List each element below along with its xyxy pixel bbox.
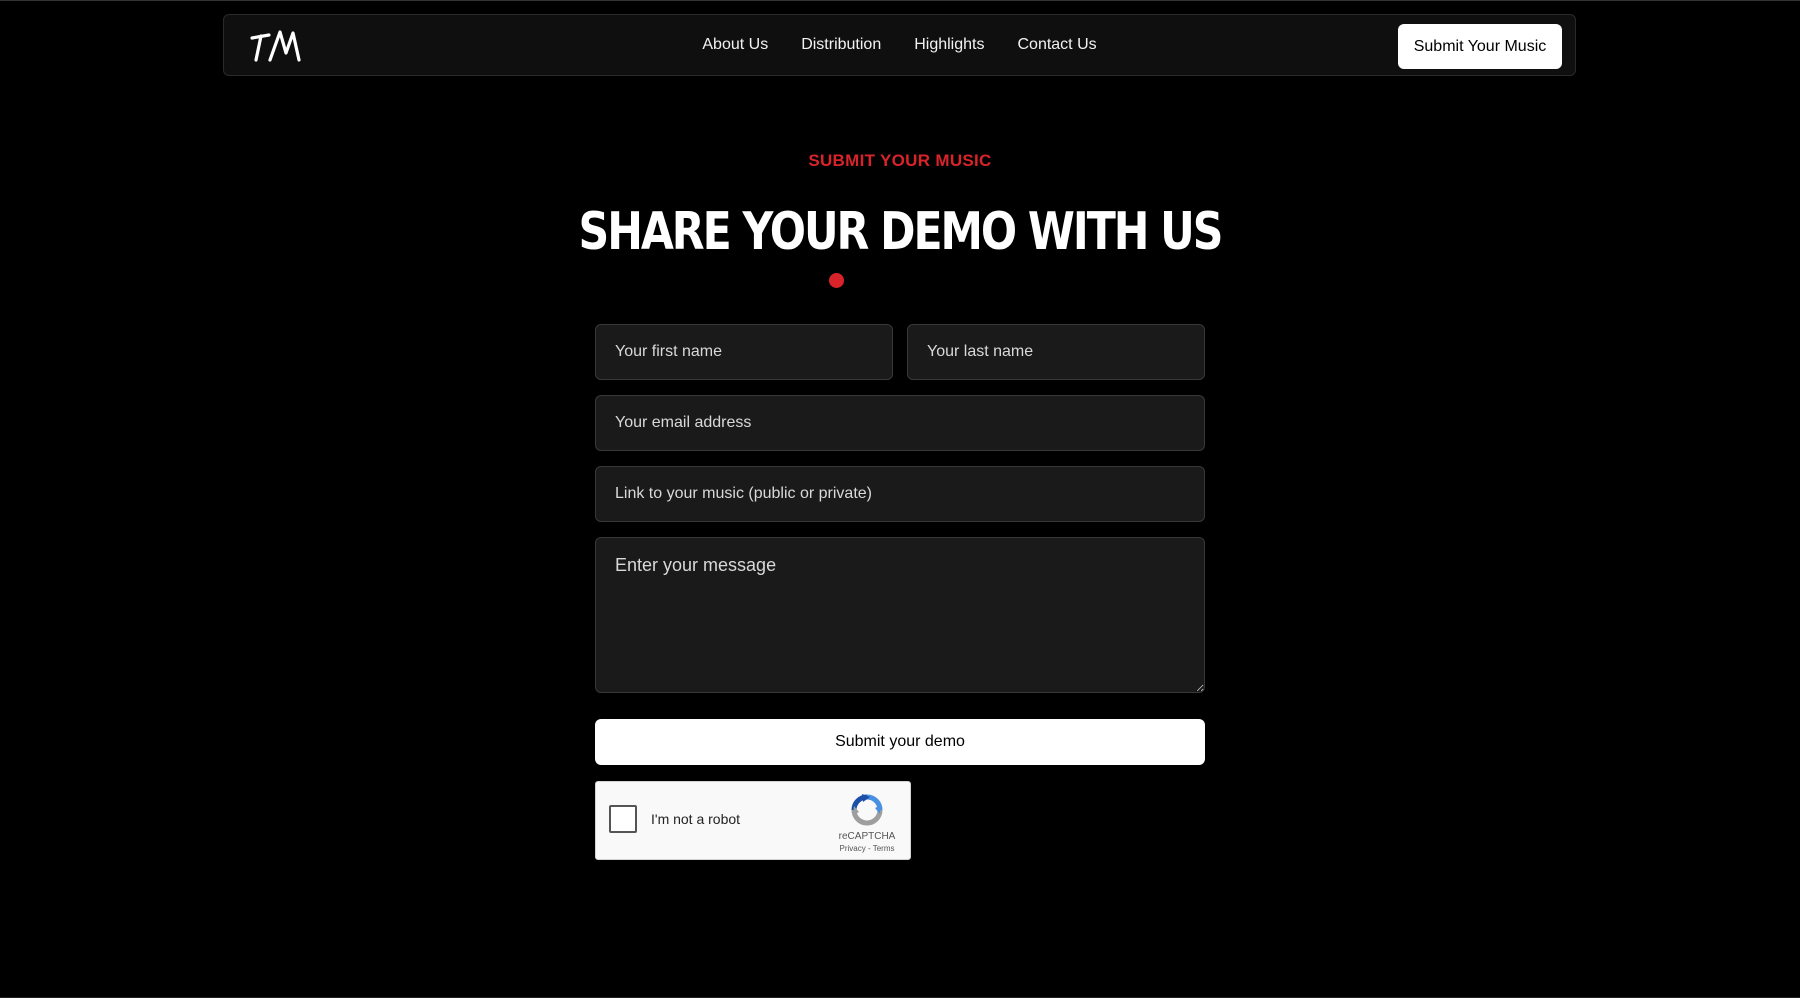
recaptcha-links: Privacy - Terms	[822, 844, 912, 853]
recaptcha-terms-link[interactable]: Terms	[873, 844, 895, 853]
recaptcha-brand: reCAPTCHA	[838, 831, 896, 842]
recaptcha-label: I'm not a robot	[651, 811, 741, 827]
section-eyebrow: SUBMIT YOUR MUSIC	[808, 151, 992, 170]
submit-demo-button[interactable]: Submit your demo	[595, 719, 1205, 765]
nav-link-highlights[interactable]: Highlights	[898, 36, 1001, 54]
page-title: SHARE YOUR DEMO WITH US	[578, 202, 1224, 262]
nav-link-distribution[interactable]: Distribution	[785, 36, 898, 54]
nav-links: About Us Distribution Highlights Contact…	[224, 15, 1575, 75]
recaptcha-separator: -	[865, 844, 873, 853]
nav-link-about-us[interactable]: About Us	[686, 36, 785, 54]
recaptcha-checkbox[interactable]	[609, 805, 637, 833]
recaptcha-widget: I'm not a robot reCAPTCHA Privacy - Term…	[595, 781, 911, 860]
page: About Us Distribution Highlights Contact…	[0, 0, 1800, 998]
navbar: About Us Distribution Highlights Contact…	[223, 14, 1576, 76]
top-divider	[0, 0, 1800, 1]
recaptcha-privacy-link[interactable]: Privacy	[840, 844, 866, 853]
message-textarea[interactable]	[595, 537, 1205, 693]
email-input[interactable]	[595, 395, 1205, 451]
nav-link-contact-us[interactable]: Contact Us	[1001, 36, 1113, 54]
submit-your-music-button[interactable]: Submit Your Music	[1398, 24, 1562, 69]
logo-icon[interactable]	[250, 29, 302, 63]
music-link-input[interactable]	[595, 466, 1205, 522]
accent-dot	[829, 273, 844, 288]
last-name-input[interactable]	[907, 324, 1205, 380]
first-name-input[interactable]	[595, 324, 893, 380]
recaptcha-icon	[851, 794, 883, 826]
